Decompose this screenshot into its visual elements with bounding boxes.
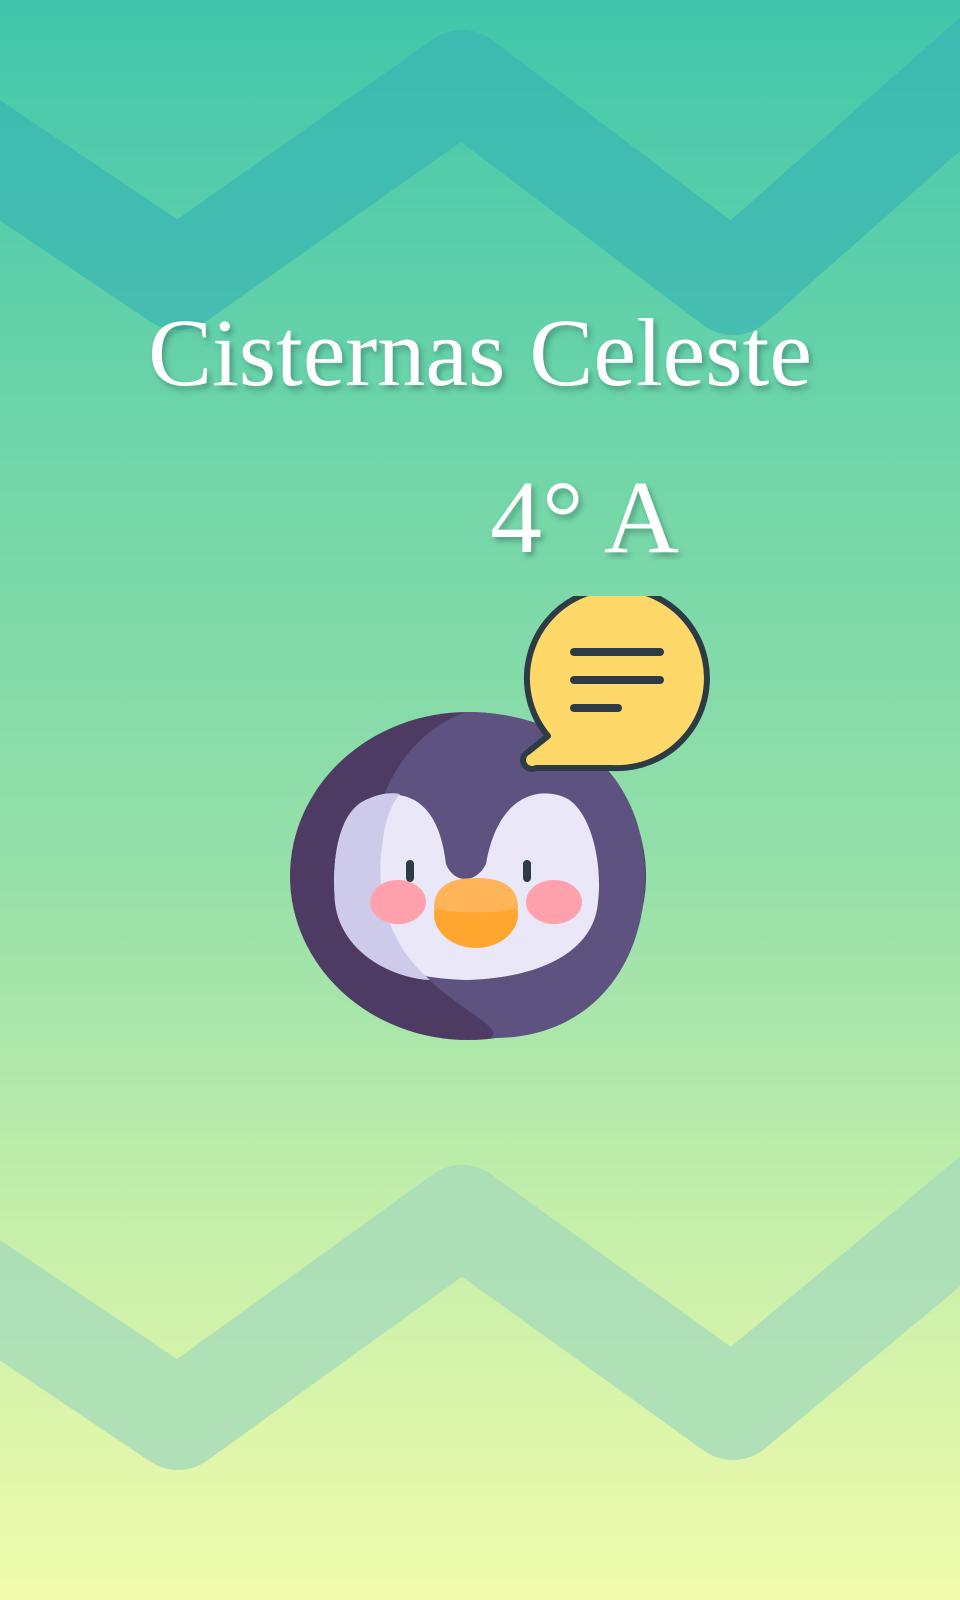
school-name-title: Cisternas Celeste bbox=[148, 299, 812, 406]
penguin-mascot-icon bbox=[290, 596, 710, 1040]
grade-label: 4° A bbox=[490, 460, 679, 575]
chat-bubble-icon bbox=[520, 596, 710, 772]
